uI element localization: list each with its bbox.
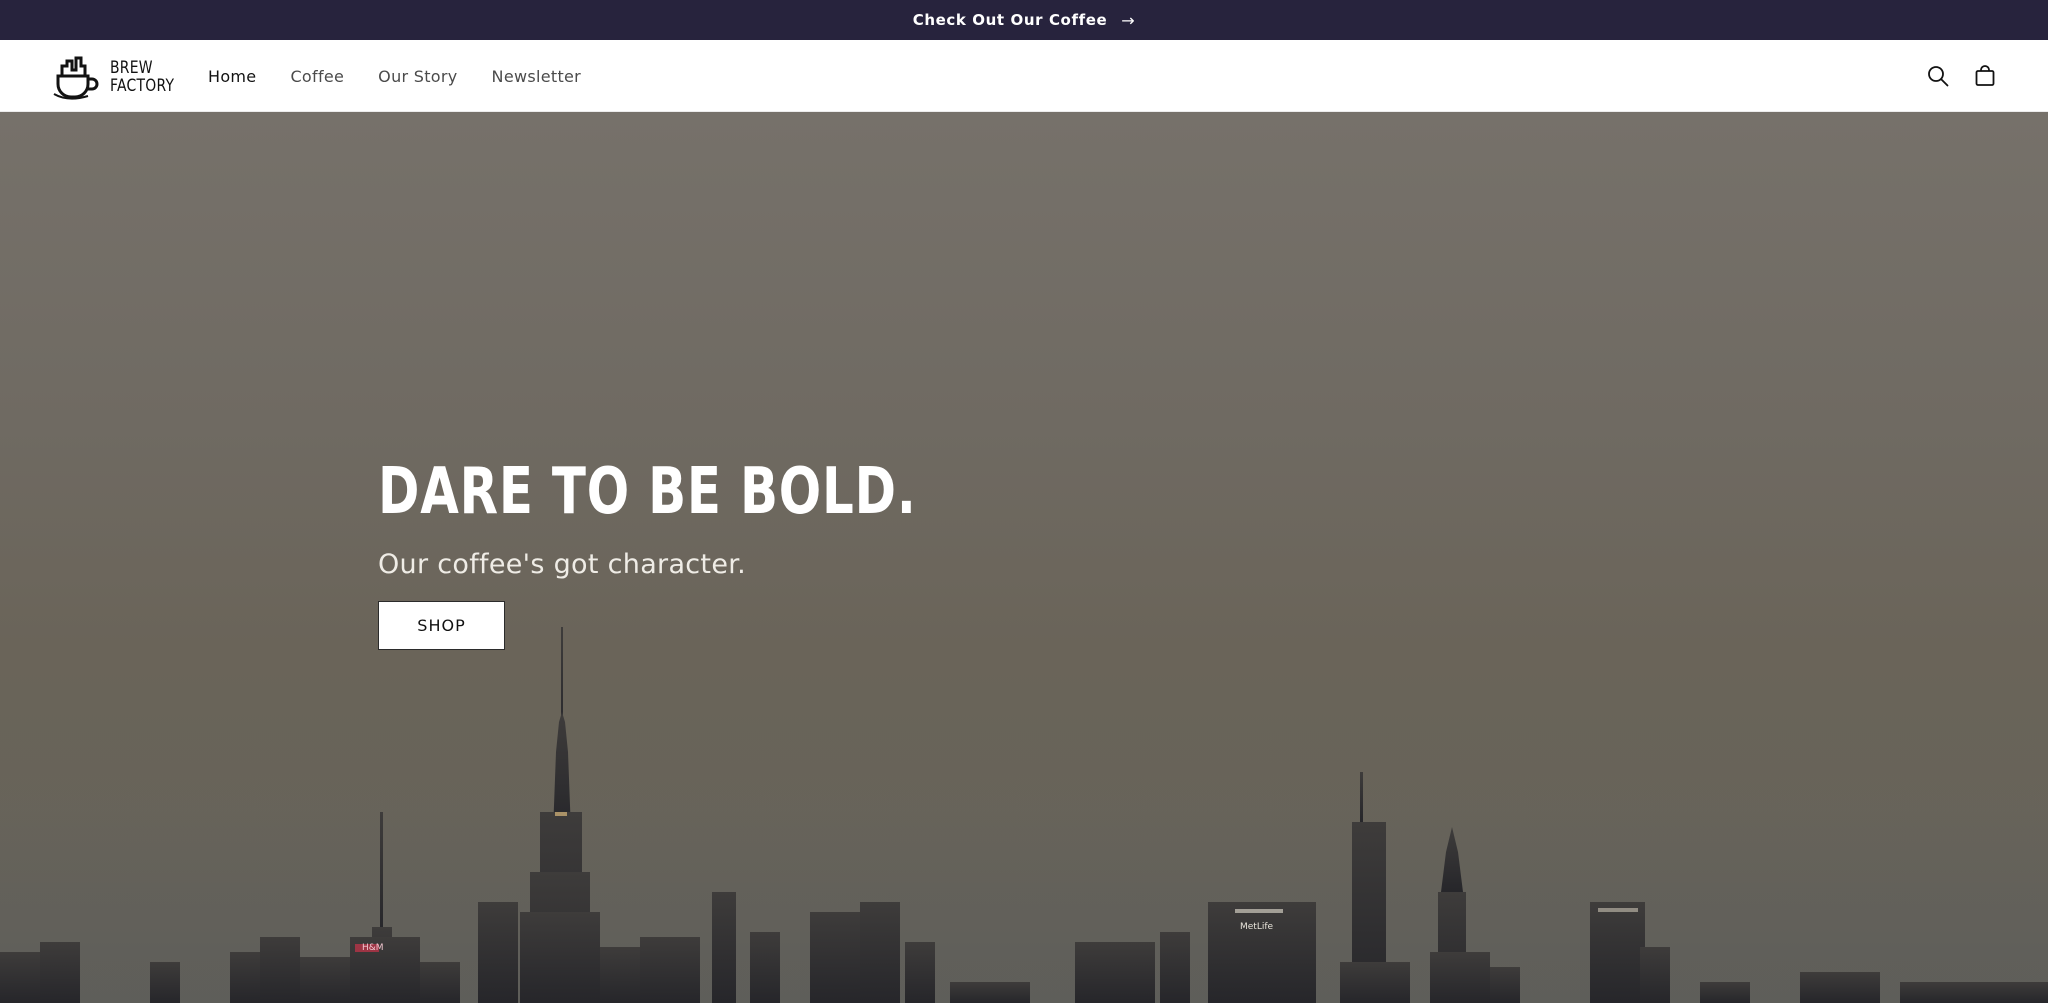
brand-logo-text: BREW FACTORY	[110, 59, 174, 95]
nav-item-newsletter[interactable]: Newsletter	[492, 67, 582, 86]
brand-logo-line1: BREW	[110, 58, 153, 78]
search-icon	[1928, 66, 1949, 87]
shop-button[interactable]: SHOP	[378, 601, 505, 650]
announcement-bar: Check Out Our Coffee →	[0, 0, 2048, 40]
site-header: BREW FACTORY Home Coffee Our Story Newsl…	[0, 40, 2048, 112]
hero-title: DARE TO BE BOLD.	[378, 455, 917, 529]
arrow-right-icon: →	[1121, 10, 1136, 30]
announcement-link[interactable]: Check Out Our Coffee →	[913, 11, 1136, 30]
search-button[interactable]	[1924, 62, 1952, 90]
hero-subtitle: Our coffee's got character.	[378, 549, 747, 580]
building-sign-metlife: MetLife	[1240, 922, 1274, 932]
nav-item-home[interactable]: Home	[208, 67, 256, 86]
announcement-text: Check Out Our Coffee	[912, 11, 1108, 29]
brand-logo-line2: FACTORY	[110, 76, 175, 96]
coffee-cup-skyline-icon	[53, 56, 99, 100]
hero-content: DARE TO BE BOLD. Our coffee's got charac…	[378, 457, 1068, 650]
nav-item-our-story[interactable]: Our Story	[378, 67, 457, 86]
main-nav: Home Coffee Our Story Newsletter	[208, 40, 581, 112]
nav-item-coffee[interactable]: Coffee	[290, 67, 344, 86]
hero-banner: MetLife H&M DARE TO BE BOLD. Our coffee'…	[0, 112, 2048, 1003]
cart-icon	[1975, 65, 1995, 86]
brand-logo[interactable]: BREW FACTORY	[52, 54, 188, 100]
building-sign-hm: H&M	[362, 943, 384, 953]
cart-button[interactable]	[1971, 62, 1999, 90]
